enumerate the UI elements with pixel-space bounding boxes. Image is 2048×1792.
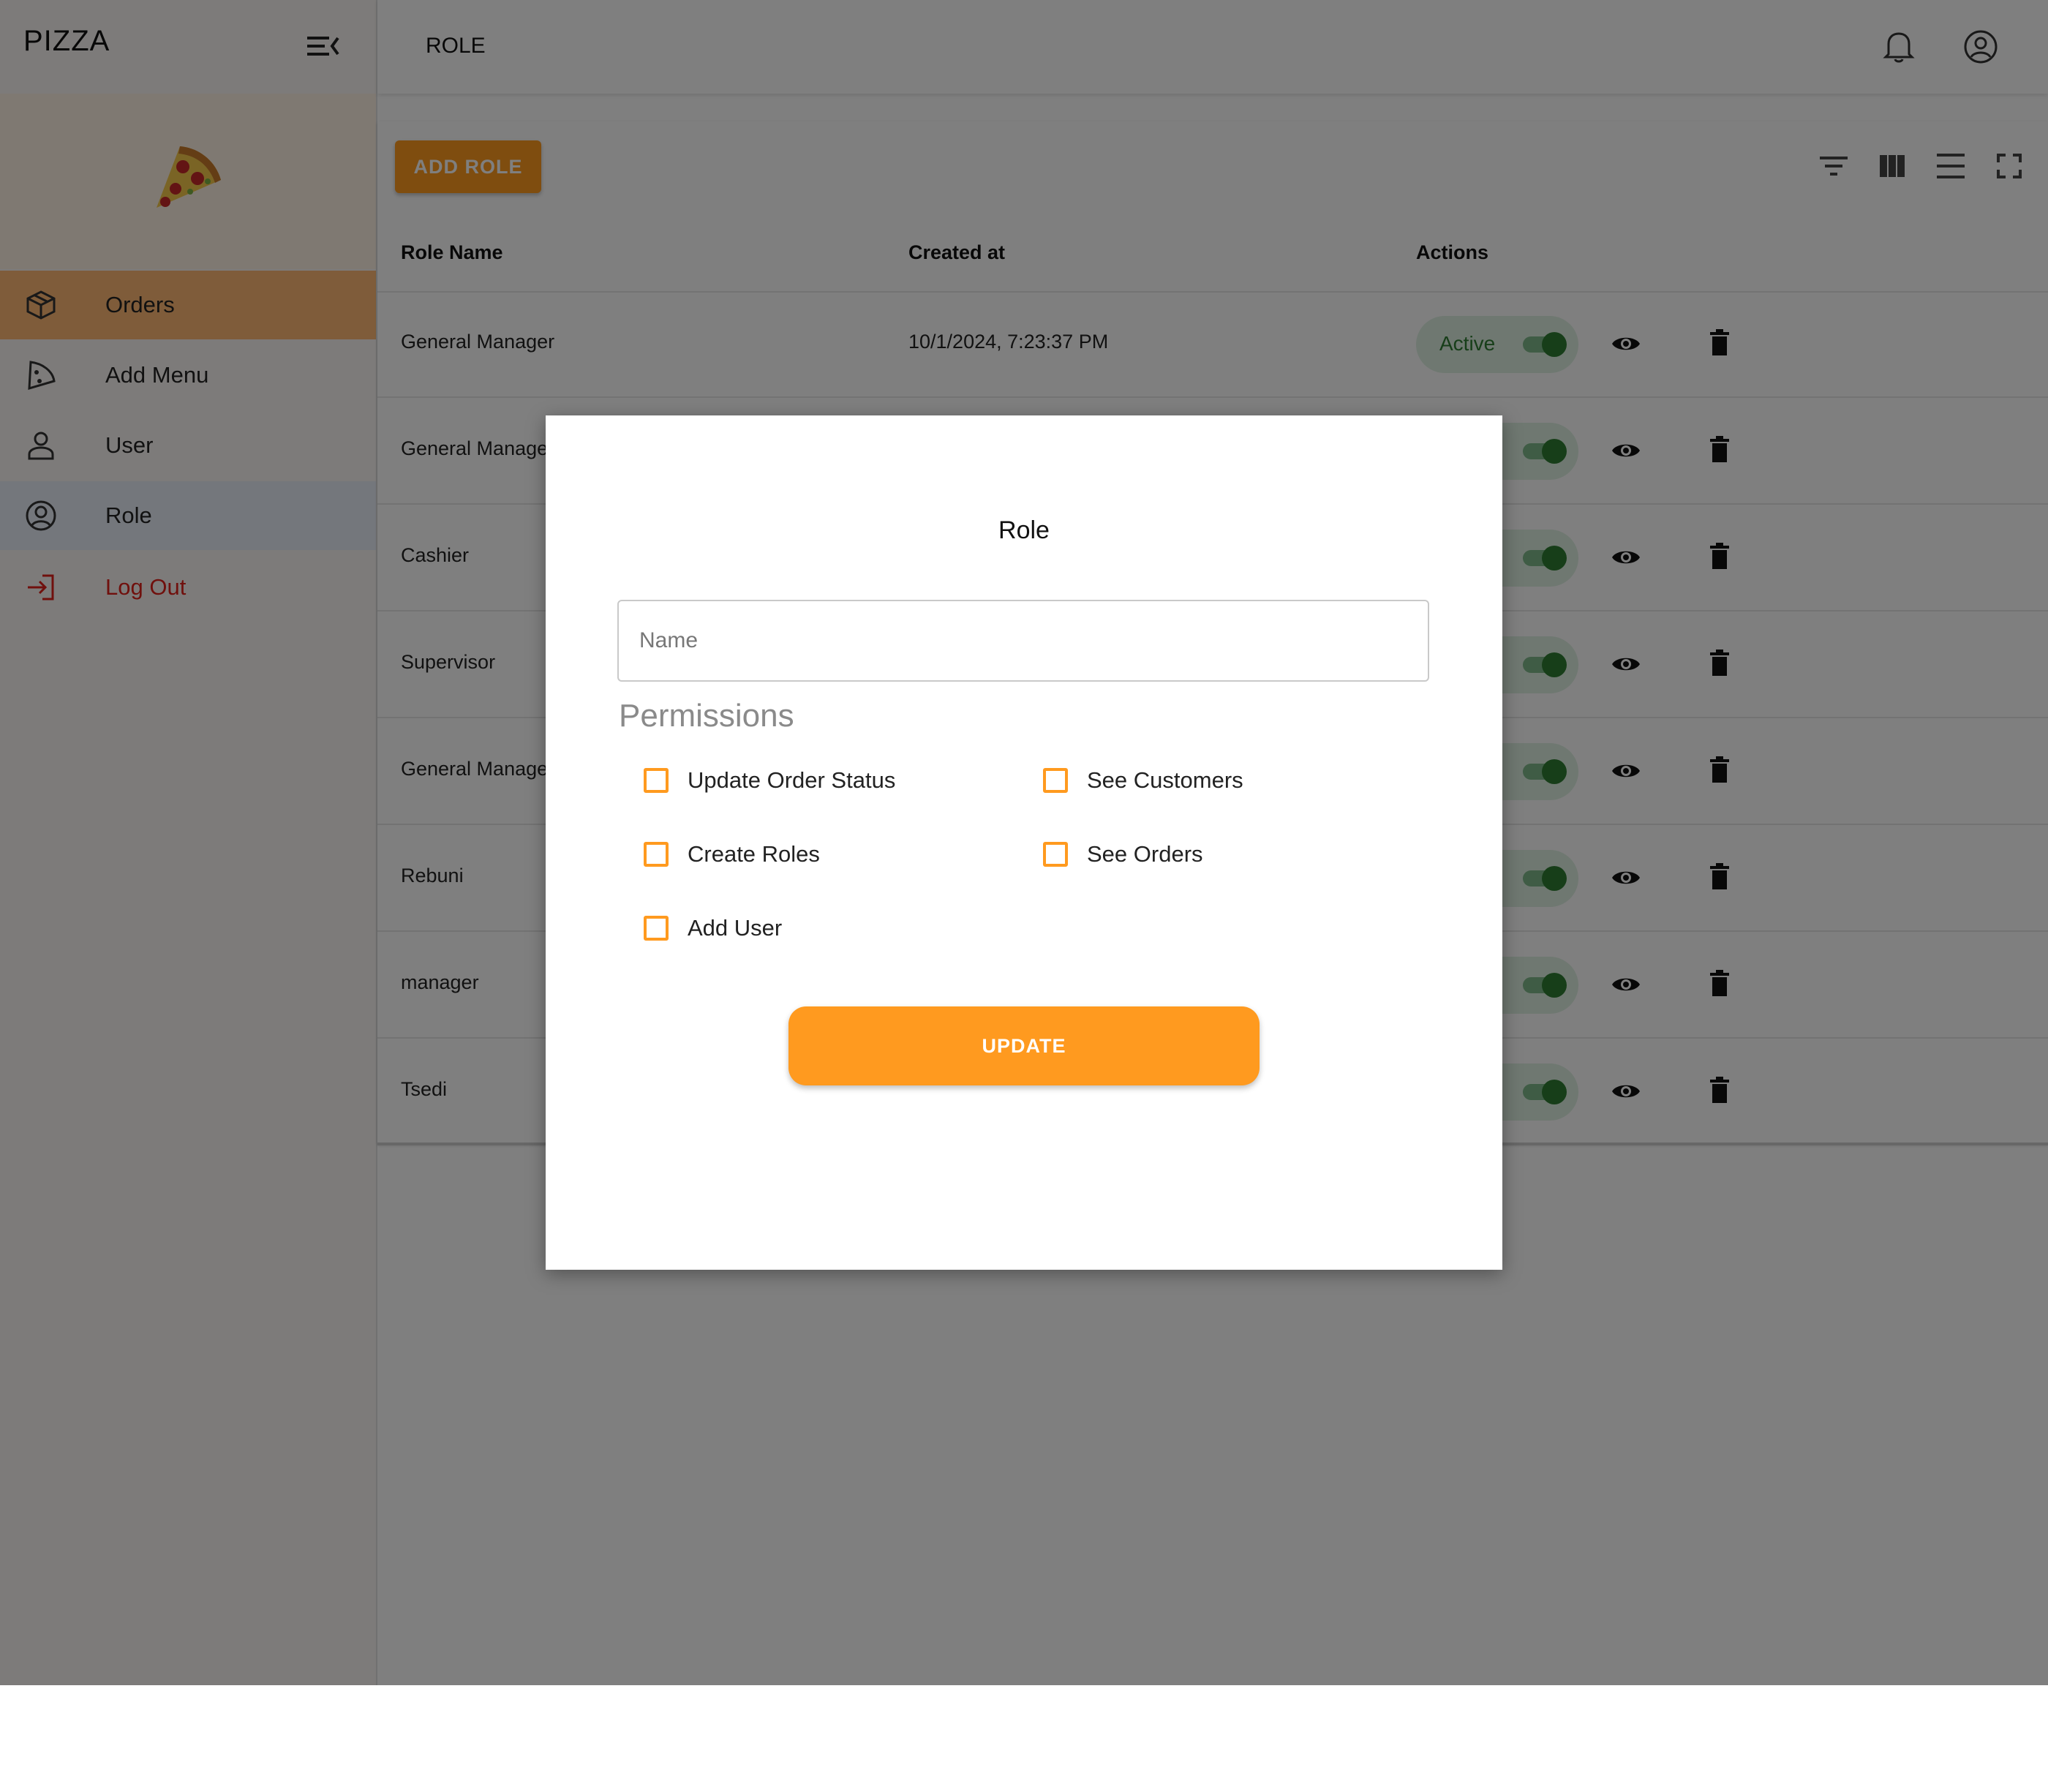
permission-label: Create Roles [688, 841, 820, 867]
permission-label: See Customers [1087, 767, 1243, 793]
dialog-title: Role [998, 516, 1050, 544]
page-bottom-blank [0, 1685, 2048, 1792]
checkbox[interactable] [644, 842, 669, 867]
permission-label: Update Order Status [688, 767, 896, 793]
permission-see-customers[interactable]: See Customers [1043, 768, 1243, 793]
permission-add-user[interactable]: Add User [644, 916, 782, 941]
permission-label: See Orders [1087, 841, 1203, 867]
checkbox[interactable] [1043, 768, 1068, 793]
role-dialog: Role Permissions Update Order Status See… [546, 415, 1502, 1270]
checkbox[interactable] [644, 768, 669, 793]
name-input[interactable] [617, 600, 1429, 682]
checkbox[interactable] [644, 916, 669, 941]
permission-label: Add User [688, 915, 783, 941]
permission-create-roles[interactable]: Create Roles [644, 842, 820, 867]
update-button[interactable]: UPDATE [788, 1006, 1260, 1085]
checkbox[interactable] [1043, 842, 1068, 867]
permission-see-orders[interactable]: See Orders [1043, 842, 1203, 867]
permission-update-order-status[interactable]: Update Order Status [644, 768, 895, 793]
permissions-heading: Permissions [619, 698, 794, 734]
